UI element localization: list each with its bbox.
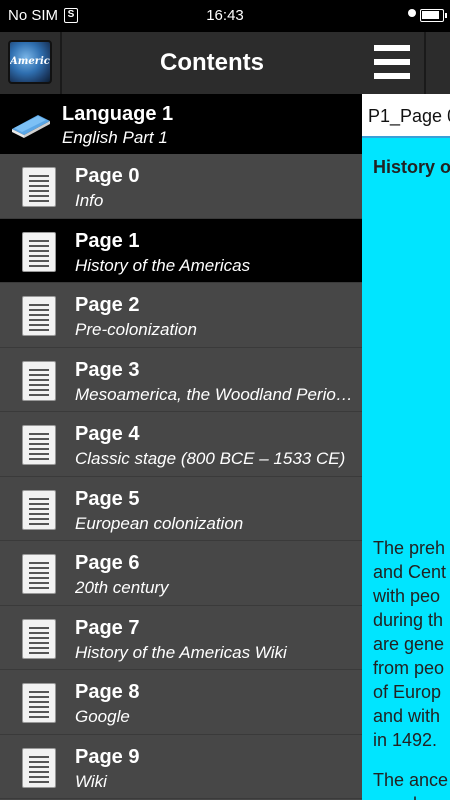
content-body: History o The preh and Cent with peo during… (362, 138, 450, 800)
document-icon (22, 618, 56, 659)
document-icon (22, 360, 56, 401)
drawer-item-page-1[interactable]: Page 1 History of the Americas (0, 218, 362, 283)
drawer-item-subtitle: History of the Americas (75, 255, 251, 275)
toolbar-divider (424, 32, 426, 94)
document-icon (22, 425, 56, 465)
drawer-item-page-8[interactable]: Page 8 Google (0, 670, 362, 735)
content-line: and Cent (373, 562, 447, 582)
drawer-item-page-7[interactable]: Page 7 History of the Americas Wiki (0, 605, 362, 670)
drawer-item-subtitle: Pre-colonization (75, 320, 197, 339)
content-line: and with (373, 706, 441, 726)
drawer-item-page-5[interactable]: Page 5 European colonization (0, 476, 362, 541)
language-title: Language 1 (62, 103, 174, 125)
content-line: with peo (373, 586, 441, 606)
drawer-item-subtitle: European colonization (75, 513, 244, 533)
document-icon (22, 554, 56, 594)
content-toolbar (362, 32, 450, 94)
content-line: are gene (373, 634, 445, 654)
drawer-item-title: Page 1 (75, 229, 140, 252)
content-line: peoples v (373, 792, 450, 800)
drawer-item-page-3[interactable]: Page 3 Mesoamerica, the Woodland Period, … (0, 347, 362, 412)
drawer-item-page-9[interactable]: Page 9 Wiki (0, 734, 362, 799)
content-paragraph: The preh and Cent with peo during th are gen… (373, 536, 450, 752)
drawer-item-subtitle: Mesoamerica, the Woodland Period, and Mi… (75, 384, 357, 404)
drawer-title: Contents (160, 49, 264, 76)
drawer-item-title: Page 5 (75, 487, 140, 510)
document-icon (22, 683, 56, 723)
content-line: in 1492. (373, 730, 438, 750)
drawer-item-title: Page 6 (75, 552, 140, 574)
drawer-item-subtitle: 20th century (75, 578, 169, 597)
book-icon (12, 115, 50, 138)
drawer-item-page-6[interactable]: Page 6 20th century (0, 541, 362, 606)
app-logo-globe-icon: America (8, 40, 52, 84)
document-icon (22, 747, 56, 788)
content-line: during th (373, 610, 444, 630)
drawer-item-page-4[interactable]: Page 4 Classic stage (800 BCE – 1533 CE) (0, 412, 362, 477)
drawer-item-title: Page 0 (75, 165, 140, 187)
status-bar: No SIM S 16:43 (0, 0, 450, 32)
drawer-item-title: Page 7 (75, 616, 140, 639)
drawer-item-title: Page 4 (75, 423, 140, 445)
drawer-item-subtitle: Classic stage (800 BCE – 1533 CE) (75, 449, 346, 468)
drawer-item-subtitle: Wiki (75, 771, 107, 791)
document-icon (22, 231, 56, 272)
drawer-item-subtitle: Info (75, 191, 104, 210)
content-line: of Europ (373, 682, 442, 702)
drawer-item-subtitle: Google (75, 707, 130, 726)
clock: 16:43 (206, 7, 244, 24)
content-line: The ance (373, 770, 449, 790)
battery-icon (420, 9, 447, 22)
page-tab[interactable]: P1_Page 0 (362, 94, 450, 138)
content-heading: History o (373, 157, 450, 177)
hamburger-menu-icon[interactable] (374, 45, 410, 79)
content-line: from peo (373, 658, 445, 678)
drawer-item-title: Page 8 (75, 681, 140, 703)
app-logo-text: America (10, 56, 52, 67)
drawer-item-title: Page 2 (75, 294, 140, 316)
drawer-item-page-0[interactable]: Page 0 Info (0, 154, 362, 219)
content-paragraph: The ancepeoples vhunter-ga (373, 768, 450, 800)
page-list: Page 0 Info Page 1 History of the Americas P… (0, 154, 362, 799)
language-section[interactable]: Language 1 English Part 1 (0, 94, 362, 154)
drawer-header: America Contents (0, 32, 362, 94)
content-line: The preh (373, 538, 446, 558)
drawer-item-title: Page 9 (75, 745, 140, 768)
document-icon (22, 296, 56, 336)
document-icon (22, 489, 56, 530)
navigation-drawer: America Contents Language 1 English Part… (0, 32, 362, 800)
drawer-item-subtitle: History of the Americas Wiki (75, 642, 287, 662)
drawer-item-page-2[interactable]: Page 2 Pre-colonization (0, 283, 362, 348)
content-pane: P1_Page 0 History o The preh and Cent with… (362, 32, 450, 800)
drawer-item-title: Page 3 (75, 358, 140, 381)
document-icon (22, 167, 56, 207)
alarm-icon (408, 9, 416, 17)
language-subtitle: English Part 1 (62, 128, 168, 147)
